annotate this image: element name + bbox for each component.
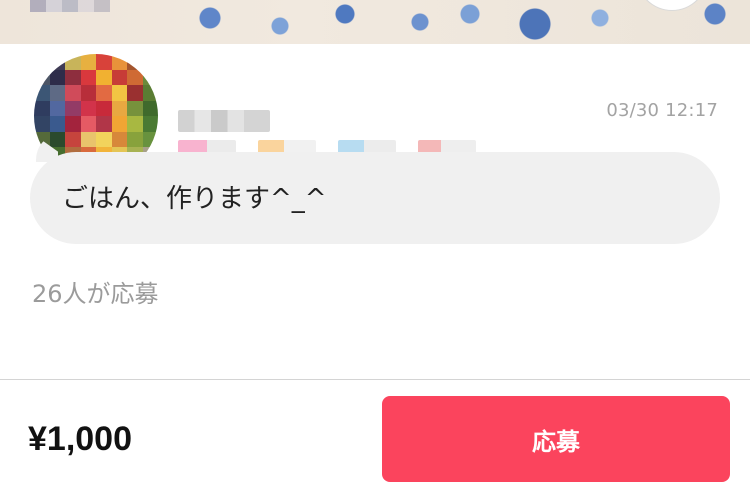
- screen: 03/30 12:17 ごはん、作ります^_^ 26人が応募 ¥1,000 応募: [0, 0, 750, 500]
- applicants-count[interactable]: 26人が応募: [32, 274, 159, 309]
- message-bubble: ごはん、作ります^_^: [30, 152, 720, 244]
- price-label: ¥1,000: [28, 420, 132, 458]
- menu-circle-button[interactable]: [636, 0, 708, 11]
- cover-image: [0, 0, 750, 44]
- username-pixelated[interactable]: [178, 110, 270, 132]
- post-card: 03/30 12:17 ごはん、作ります^_^ 26人が応募: [0, 44, 750, 380]
- cover-pixelated-area: [30, 0, 110, 12]
- post-timestamp: 03/30 12:17: [606, 100, 718, 121]
- apply-button[interactable]: 応募: [382, 396, 730, 482]
- message-text: ごはん、作ります^_^: [62, 184, 327, 214]
- bottom-action-bar: ¥1,000 応募: [0, 379, 750, 500]
